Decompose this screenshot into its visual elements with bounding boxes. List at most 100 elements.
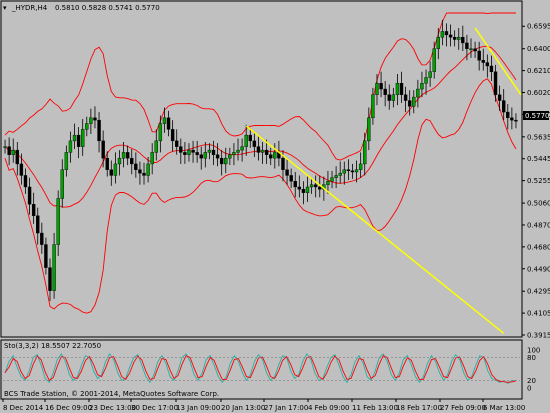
candle-body (342, 169, 346, 174)
candle-body (383, 88, 387, 95)
candle-body (60, 169, 64, 199)
candle-body (289, 175, 293, 182)
candle-body (465, 42, 469, 49)
price-tick-label: 0.5635 (527, 133, 550, 141)
candle-body (109, 169, 114, 176)
candle-body (301, 189, 306, 193)
candle-body (89, 117, 93, 124)
candle-body (224, 157, 228, 165)
candle-body (444, 31, 449, 36)
candle-body (375, 83, 379, 95)
price-tick-label: 0.6595 (527, 23, 550, 31)
candle-body (420, 83, 424, 90)
candle-body (264, 149, 269, 155)
candle-body (105, 157, 109, 170)
price-tick-label: 0.4680 (527, 243, 550, 251)
candle-body (501, 100, 506, 113)
candle-body (363, 140, 367, 165)
candle-body (350, 170, 355, 173)
candle-body (432, 48, 436, 72)
candle-body (297, 186, 302, 190)
candle-body (27, 186, 32, 205)
candle-body (514, 119, 518, 122)
candle-body (11, 149, 15, 155)
candle-body (85, 123, 89, 130)
candle-body (240, 146, 244, 151)
candle-body (452, 36, 457, 40)
candle-body (117, 157, 122, 165)
price-tick-label: 0.4105 (527, 310, 550, 318)
price-tick-label: 0.6210 (527, 67, 550, 75)
candle-body (457, 36, 461, 40)
candle-body (473, 48, 477, 52)
candle-body (395, 83, 400, 95)
candle-body (273, 152, 277, 159)
candle-body (428, 71, 432, 78)
candle-body (371, 94, 375, 119)
time-tick-label: 4 Feb 09:00 (308, 404, 349, 412)
price-tick-label: 0.4490 (527, 265, 550, 273)
candle-body (285, 169, 289, 176)
time-tick-label: 6 Mar 13:00 (483, 404, 525, 412)
candle-body (15, 149, 20, 165)
candle-body (199, 154, 203, 159)
candle-body (203, 152, 208, 159)
candle-body (72, 134, 77, 142)
candle-body (510, 117, 514, 121)
candle-body (506, 111, 510, 119)
symbol-label: _HYDR,H4 (11, 4, 48, 12)
candle-body (334, 175, 338, 178)
candle-body (367, 117, 371, 142)
candle-body (215, 154, 220, 159)
candle-body (125, 152, 130, 159)
candle-body (211, 149, 216, 155)
candle-body (68, 140, 73, 153)
candle-body (191, 149, 195, 153)
candle-body (379, 83, 383, 90)
candle-body (170, 129, 175, 142)
copyright-text: BCS Trade Station, © 2001-2014, MetaQuot… (4, 390, 219, 398)
time-axis: 8 Dec 2014 16 Dec 09:0023 Dec 13:0030 Dec… (2, 399, 525, 412)
candle-body (338, 172, 342, 176)
candle-body (232, 152, 236, 155)
candle-body (93, 117, 97, 121)
candle-body (489, 65, 494, 72)
candle-body (101, 140, 105, 159)
candle-body (399, 83, 404, 95)
candle-body (260, 149, 265, 153)
candle-body (416, 88, 420, 98)
time-tick-label: 16 Dec 09:00 (45, 404, 92, 412)
price-tick-label: 0.3915 (527, 332, 550, 340)
candle-body (40, 232, 44, 245)
time-tick-label: 11 Feb 13:00 (352, 404, 398, 412)
candle-body (48, 267, 52, 291)
candle-body (391, 94, 396, 101)
candle-body (481, 60, 485, 63)
collapse-triangle-icon[interactable]: ▾ (3, 4, 7, 12)
price-axis: 0.65950.64000.62100.60200.58300.56350.54… (522, 23, 550, 340)
candle-body (248, 134, 252, 142)
candle-body (448, 34, 453, 38)
candle-body (269, 154, 273, 159)
candle-body (158, 123, 163, 142)
candle-body (281, 157, 285, 170)
candle-body (477, 50, 481, 61)
candle-body (56, 198, 60, 245)
time-tick-label: 27 Jan 17:00 (264, 404, 308, 412)
price-tick-label: 0.5060 (527, 200, 550, 208)
candle-body (326, 181, 330, 185)
candle-body (130, 157, 134, 165)
candle-body (228, 154, 232, 159)
candle-body (154, 140, 158, 153)
time-tick-label: 30 Dec 17:00 (131, 404, 178, 412)
time-tick-label: 20 Jan 13:00 (221, 404, 265, 412)
price-chart[interactable]: ▾ _HYDR,H4 0.5810 0.5828 0.5741 0.5770 S… (0, 0, 550, 413)
time-tick-label: 18 Feb 17:00 (396, 404, 442, 412)
candle-body (305, 186, 310, 193)
candle-body (36, 215, 40, 234)
candle-body (293, 181, 297, 188)
stoch-tick-label: 80 (527, 354, 536, 362)
price-tick-label: 0.5445 (527, 155, 550, 163)
candle-body (252, 140, 257, 147)
candle-body (175, 140, 179, 147)
